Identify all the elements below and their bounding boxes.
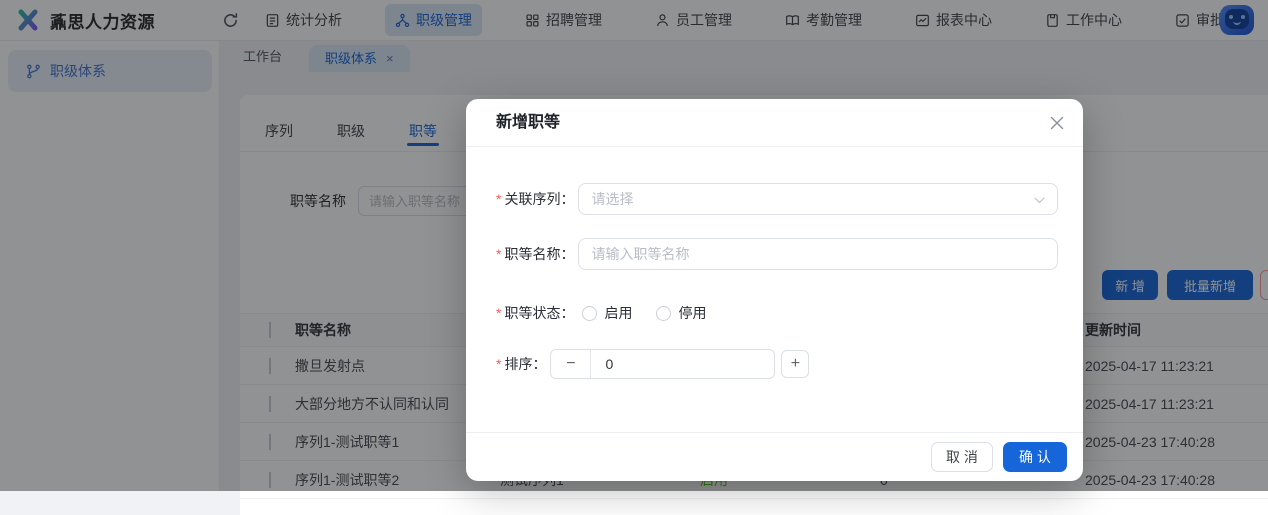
form-row-series: * 关联序列： 请选择 bbox=[496, 183, 1059, 215]
modal-footer: 取 消 确 认 bbox=[466, 432, 1083, 481]
order-value-input[interactable] bbox=[591, 355, 752, 373]
grade-name-input[interactable] bbox=[578, 238, 1059, 270]
required-mark: * bbox=[496, 246, 502, 262]
modal-title: 新增职等 bbox=[496, 114, 561, 131]
radio-disabled[interactable]: 停用 bbox=[656, 303, 706, 323]
series-select[interactable]: 请选择 bbox=[578, 183, 1059, 215]
stepper-box: − bbox=[550, 349, 776, 379]
required-mark: * bbox=[496, 191, 502, 207]
form-row-grade-name: * 职等名称： bbox=[496, 238, 1059, 270]
radio-circle-icon bbox=[582, 305, 598, 321]
chevron-down-icon bbox=[1034, 197, 1045, 204]
plus-icon[interactable]: + bbox=[781, 350, 810, 378]
cancel-button[interactable]: 取 消 bbox=[931, 442, 993, 472]
minus-icon[interactable]: − bbox=[551, 350, 592, 378]
field-label: 职等名称： bbox=[504, 246, 575, 262]
close-icon[interactable] bbox=[1047, 113, 1067, 133]
form-row-order: * 排序： − + bbox=[496, 348, 810, 380]
select-placeholder: 请选择 bbox=[591, 191, 634, 207]
field-label: 职等状态： bbox=[504, 305, 575, 321]
required-mark: * bbox=[496, 356, 502, 372]
confirm-button[interactable]: 确 认 bbox=[1003, 442, 1067, 472]
modal-header: 新增职等 bbox=[466, 99, 1083, 147]
order-stepper: − + bbox=[550, 349, 810, 379]
add-grade-modal: 新增职等 * 关联序列： 请选择 * 职等名称： * 职等状态： 启用 bbox=[466, 99, 1083, 481]
radio-enabled[interactable]: 启用 bbox=[582, 303, 632, 323]
required-mark: * bbox=[496, 305, 502, 321]
field-label: 排序： bbox=[504, 356, 547, 372]
form-row-status: * 职等状态： 启用 停用 bbox=[496, 297, 706, 329]
field-label: 关联序列： bbox=[504, 191, 575, 207]
radio-circle-icon bbox=[656, 305, 672, 321]
